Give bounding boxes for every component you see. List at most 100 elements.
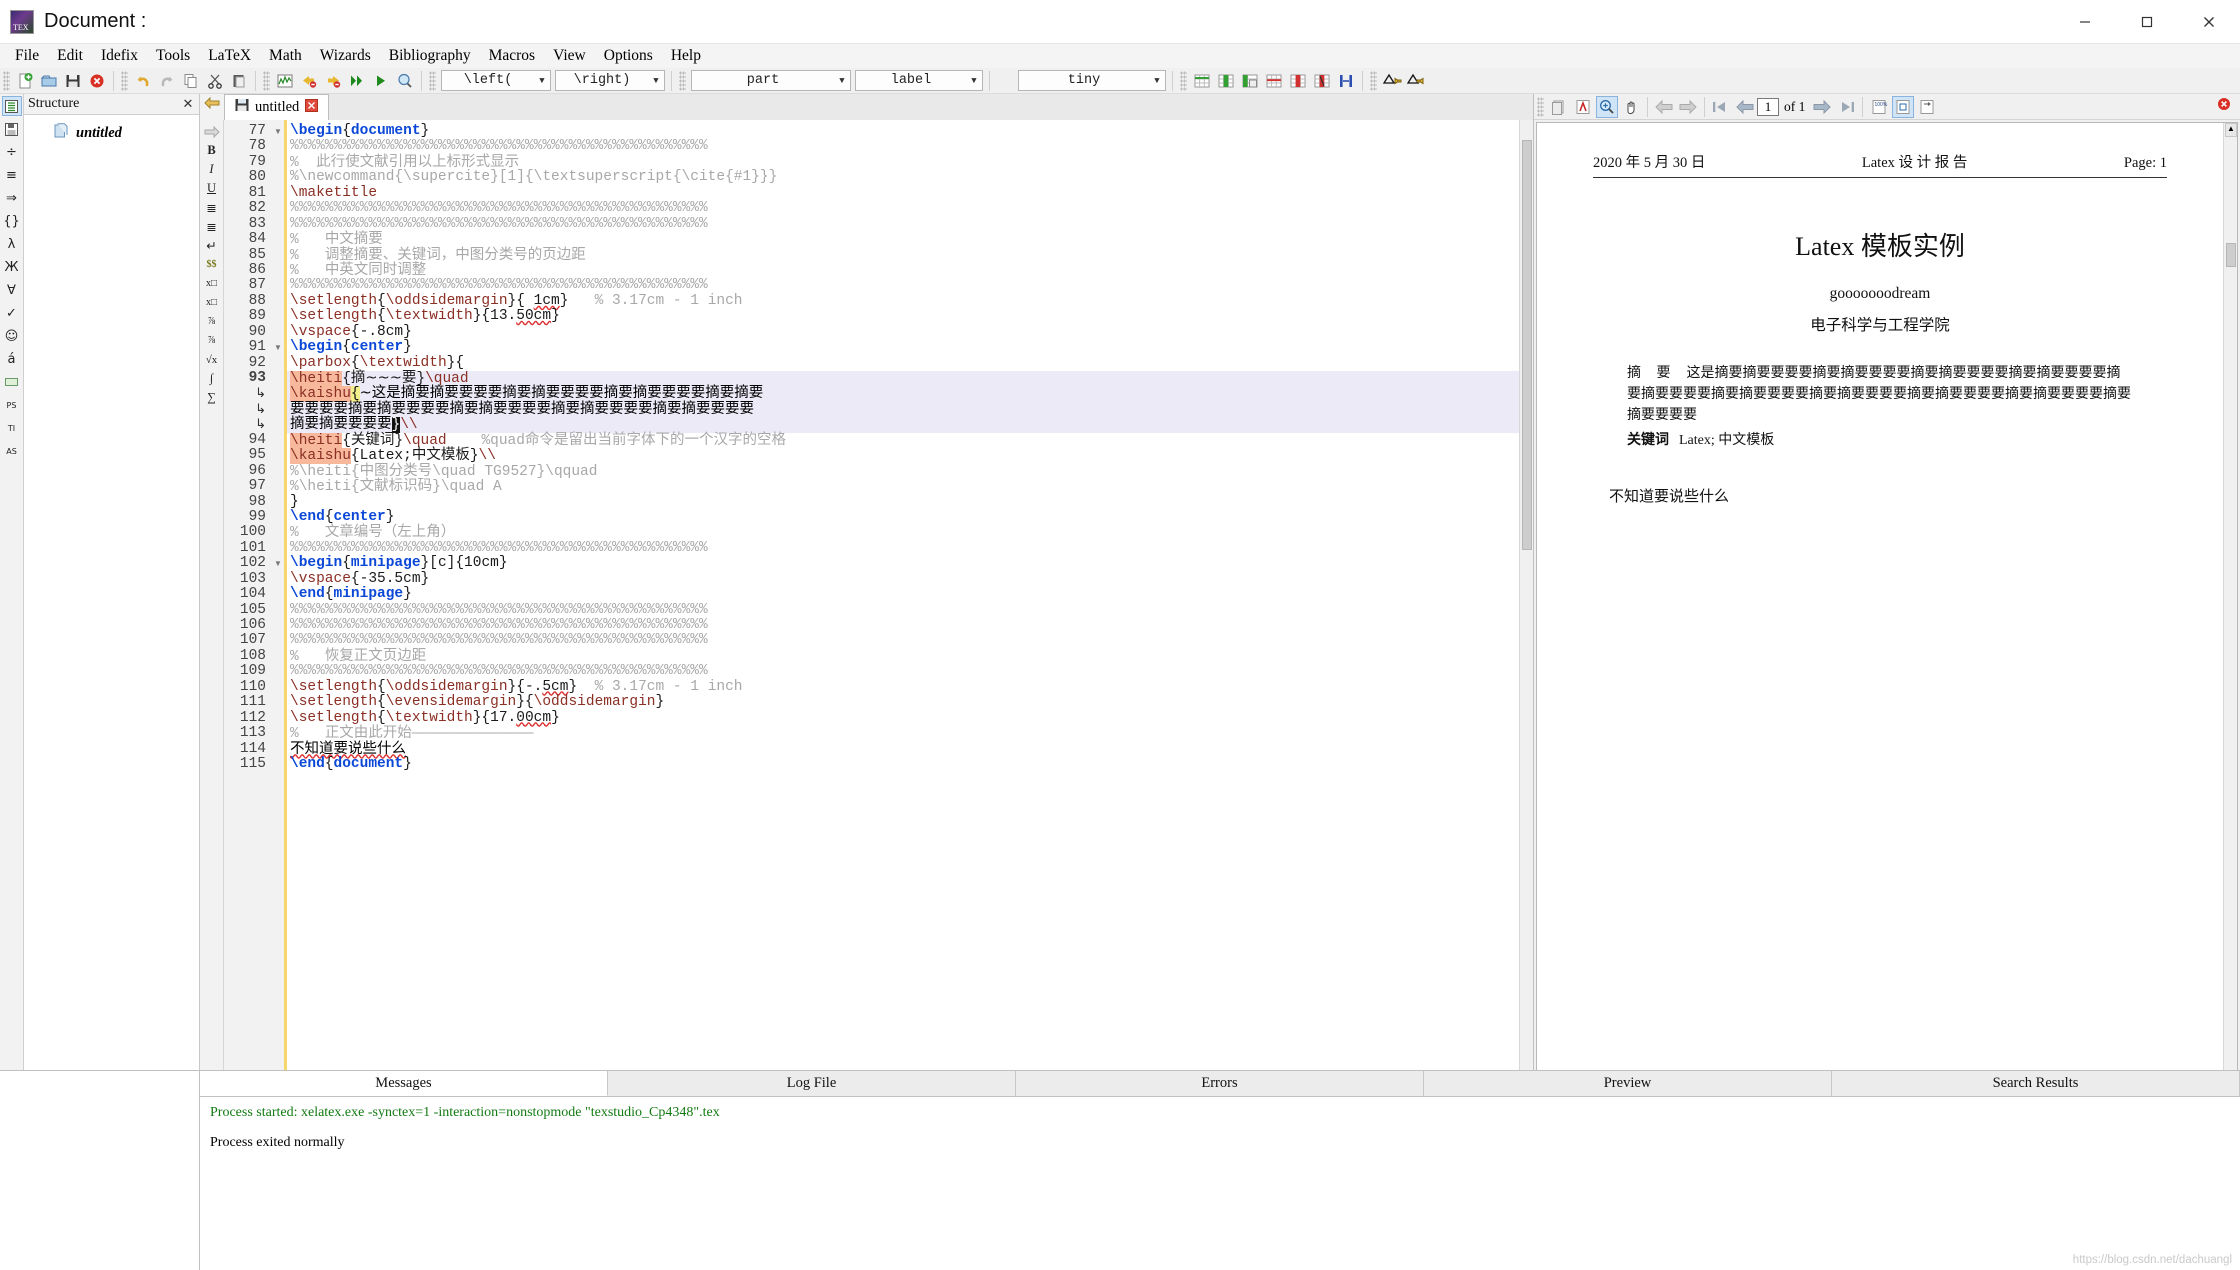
table-icon[interactable] xyxy=(1191,70,1213,92)
view-icon[interactable] xyxy=(370,70,392,92)
subscript-button[interactable]: x□ xyxy=(202,274,222,293)
menu-macros[interactable]: Macros xyxy=(480,45,545,67)
back-arrow-icon[interactable] xyxy=(1653,96,1675,118)
underline-button[interactable]: U xyxy=(202,179,222,198)
menu-view[interactable]: View xyxy=(544,45,595,67)
label-combo[interactable]: label ▼ xyxy=(855,70,983,91)
code-line[interactable]: %%%%%%%%%%%%%%%%%%%%%%%%%%%%%%%%%%%%%%%%… xyxy=(287,278,1519,293)
page-number-input[interactable]: 1 xyxy=(1757,97,1779,116)
code-line[interactable]: \begin{document} xyxy=(287,123,1519,139)
redo-icon[interactable] xyxy=(156,70,178,92)
code-line[interactable]: 要要要要摘要摘要要要要摘要摘要要要要摘要摘要要要要摘要摘要要要要 xyxy=(287,401,1519,418)
code-line[interactable]: \setlength{\evensidemargin}{\oddsidemarg… xyxy=(287,694,1519,710)
close-icon[interactable] xyxy=(2178,0,2240,44)
superscript-button[interactable]: x□ xyxy=(202,293,222,312)
close-viewer-icon[interactable] xyxy=(2216,96,2232,117)
external-viewer-icon[interactable] xyxy=(1548,96,1570,118)
back-arrow-icon[interactable] xyxy=(204,96,220,114)
previous-change-icon[interactable] xyxy=(1381,70,1403,92)
chevron-down-icon[interactable]: ▼ xyxy=(834,76,850,86)
tab-log-file[interactable]: Log File xyxy=(608,1071,1016,1096)
menu-bibliography[interactable]: Bibliography xyxy=(380,45,480,67)
maximize-icon[interactable] xyxy=(2116,0,2178,44)
pdf-toolbar-grip[interactable] xyxy=(1537,96,1544,117)
font-size-combo[interactable]: tiny ▼ xyxy=(1018,70,1166,91)
code-line[interactable]: %\heiti{中图分类号\quad TG9527}\qquad xyxy=(287,463,1519,479)
code-line[interactable]: \setlength{\oddsidemargin}{-.5cm} % 3.17… xyxy=(287,679,1519,695)
code-line[interactable]: \setlength{\textwidth}{17.00cm} xyxy=(287,710,1519,726)
tab-errors[interactable]: Errors xyxy=(1016,1071,1424,1096)
delete-row-icon[interactable] xyxy=(1311,70,1333,92)
code-line[interactable]: \begin{center} xyxy=(287,339,1519,355)
close-icon[interactable]: ✕ xyxy=(181,96,195,112)
open-folder-icon[interactable] xyxy=(38,70,60,92)
newline-button[interactable]: ↵ xyxy=(202,236,222,255)
code-line[interactable]: % 正文由此开始—————————————— xyxy=(287,725,1519,741)
code-line[interactable]: \begin{minipage}[c]{10cm} xyxy=(287,556,1519,571)
toolbar-grip-7[interactable] xyxy=(1370,70,1377,91)
symbols-misc-text-icon[interactable]: ✓ xyxy=(2,303,22,323)
symbols-cyrillic-icon[interactable]: Ж xyxy=(2,257,22,277)
italic-button[interactable]: I xyxy=(202,160,222,179)
code-line[interactable]: 不知道要说些什么 xyxy=(287,741,1519,757)
structure-view-icon[interactable] xyxy=(1,96,22,116)
tab-untitled[interactable]: untitled xyxy=(224,94,330,120)
first-page-icon[interactable] xyxy=(1710,96,1732,118)
last-page-icon[interactable] xyxy=(1835,96,1857,118)
dfrac-button[interactable]: ⅞ xyxy=(202,331,222,350)
fold-toggle-icon[interactable]: ▼ xyxy=(272,340,284,355)
delete-column-icon[interactable] xyxy=(1287,70,1309,92)
sqrt-button[interactable]: √x xyxy=(202,350,222,369)
copy-icon[interactable] xyxy=(180,70,202,92)
menu-idefix[interactable]: Idefix xyxy=(92,45,147,67)
paste-column-icon[interactable] xyxy=(1239,70,1261,92)
fold-toggle-icon[interactable]: ▼ xyxy=(272,556,284,571)
code-line[interactable]: % 文章编号（左上角） xyxy=(287,525,1519,541)
menu-help[interactable]: Help xyxy=(662,45,710,67)
tab-search-results[interactable]: Search Results xyxy=(1832,1071,2240,1096)
code-line[interactable]: %\heiti{文献标识码}\quad A xyxy=(287,478,1519,494)
toolbar-grip-2[interactable] xyxy=(121,70,128,91)
preview-icon[interactable] xyxy=(394,70,416,92)
code-line[interactable]: \end{center} xyxy=(287,509,1519,525)
fit-page-icon[interactable] xyxy=(1892,95,1915,118)
code-line[interactable]: } xyxy=(287,494,1519,510)
next-change-icon[interactable] xyxy=(1405,70,1427,92)
save-icon[interactable] xyxy=(62,70,84,92)
menu-options[interactable]: Options xyxy=(595,45,662,67)
pdf-file-icon[interactable] xyxy=(1572,96,1594,118)
code-line[interactable]: \maketitle xyxy=(287,185,1519,201)
code-line[interactable]: %%%%%%%%%%%%%%%%%%%%%%%%%%%%%%%%%%%%%%%%… xyxy=(287,664,1519,679)
code-line[interactable]: \setlength{\oddsidemargin}{ 1cm} % 3.17c… xyxy=(287,293,1519,309)
code-line[interactable]: \setlength{\textwidth}{13.50cm} xyxy=(287,309,1519,324)
fit-width-icon[interactable]: 100% xyxy=(1868,96,1890,118)
symbols-relations-icon[interactable]: ≡ xyxy=(2,165,22,185)
menu-wizards[interactable]: Wizards xyxy=(311,45,380,67)
previous-page-icon[interactable] xyxy=(1734,96,1756,118)
code-line[interactable]: % 恢复正文页边距 xyxy=(287,648,1519,664)
symbols-operators-icon[interactable]: ÷ xyxy=(2,142,22,162)
integral-button[interactable]: ∫ xyxy=(202,369,222,388)
toolbar-grip-6[interactable] xyxy=(1180,70,1187,91)
code-line[interactable]: %%%%%%%%%%%%%%%%%%%%%%%%%%%%%%%%%%%%%%%%… xyxy=(287,216,1519,232)
code-line[interactable]: % 此行使文献引用以上标形式显示 xyxy=(287,154,1519,170)
close-tab-icon[interactable] xyxy=(305,98,319,117)
math-mode-button[interactable]: $$ xyxy=(202,255,222,274)
menu-tools[interactable]: Tools xyxy=(147,45,199,67)
symbols-greek-icon[interactable]: λ xyxy=(2,234,22,254)
sum-button[interactable]: ∑ xyxy=(202,388,222,407)
left-bracket-combo[interactable]: \left( ▼ xyxy=(441,70,551,91)
table-spacing-icon[interactable] xyxy=(1335,70,1357,92)
minimize-icon[interactable] xyxy=(2054,0,2116,44)
new-document-icon[interactable] xyxy=(14,70,36,92)
symbols-arrows-icon[interactable]: ⇒ xyxy=(2,188,22,208)
toolbar-grip-5[interactable] xyxy=(679,70,686,91)
code-line[interactable]: %%%%%%%%%%%%%%%%%%%%%%%%%%%%%%%%%%%%%%%%… xyxy=(287,139,1519,154)
scroll-up-icon[interactable]: ▲ xyxy=(2225,123,2237,137)
code-line[interactable]: %%%%%%%%%%%%%%%%%%%%%%%%%%%%%%%%%%%%%%%%… xyxy=(287,540,1519,556)
fold-toggle-icon[interactable]: ▼ xyxy=(272,124,284,139)
code-line[interactable]: \parbox{\textwidth}{ xyxy=(287,355,1519,371)
next-error-icon[interactable] xyxy=(322,70,344,92)
chevron-down-icon[interactable]: ▼ xyxy=(648,76,664,86)
hand-tool-icon[interactable] xyxy=(1620,96,1642,118)
